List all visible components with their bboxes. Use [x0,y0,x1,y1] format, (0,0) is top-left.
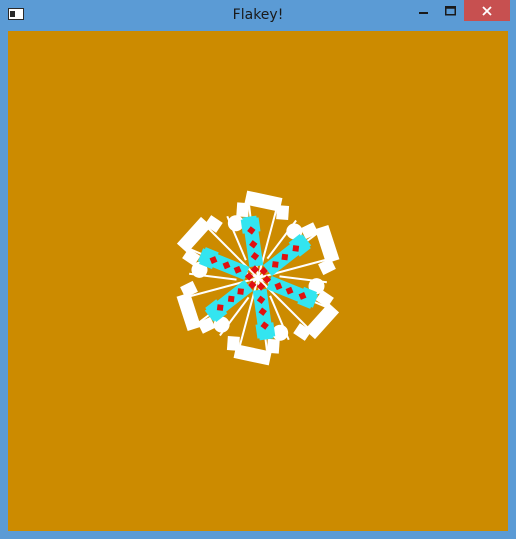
snowflake-arm [240,215,264,268]
minimize-button[interactable] [410,0,437,21]
close-icon [482,5,492,16]
close-button[interactable] [464,0,510,21]
petal-cap [226,336,240,351]
petal-cap [176,292,202,332]
arm-dot [292,245,300,252]
maximize-button[interactable] [437,0,464,21]
snowflake-white-layer [176,190,340,366]
petal-cap [276,205,290,220]
drawing-canvas[interactable] [8,31,508,531]
title-bar[interactable]: Flakey! [0,0,516,30]
snowflake-arm [252,288,276,341]
app-window: Flakey! [0,0,516,539]
petal-cap [314,224,340,264]
arm-dot [281,253,289,261]
arm-dot [216,304,224,311]
arm-dot [237,288,245,295]
petal-cap [266,338,280,354]
maximize-icon [445,5,456,15]
snowflake [176,190,340,366]
arm-dot [227,295,235,303]
arm-dot [271,261,279,268]
minimize-icon [418,11,428,14]
petal-cap [236,202,250,218]
